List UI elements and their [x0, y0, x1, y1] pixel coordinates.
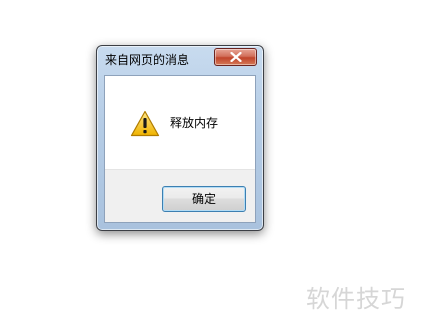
button-area: 确定 [105, 169, 255, 222]
page-background: 来自网页的消息 释放内存 确定 软件技巧 [0, 0, 428, 333]
dialog-message: 释放内存 [170, 116, 219, 130]
close-button[interactable] [214, 48, 257, 66]
dialog-client-area: 释放内存 确定 [104, 75, 256, 223]
ok-button[interactable]: 确定 [162, 186, 246, 212]
dialog-title: 来自网页的消息 [105, 53, 190, 67]
message-area: 释放内存 [105, 76, 255, 169]
watermark-text: 软件技巧 [306, 285, 406, 313]
warning-icon [130, 110, 160, 137]
close-icon [229, 52, 242, 62]
dialog-titlebar[interactable]: 来自网页的消息 [97, 46, 263, 74]
message-dialog: 来自网页的消息 释放内存 确定 [96, 45, 264, 231]
